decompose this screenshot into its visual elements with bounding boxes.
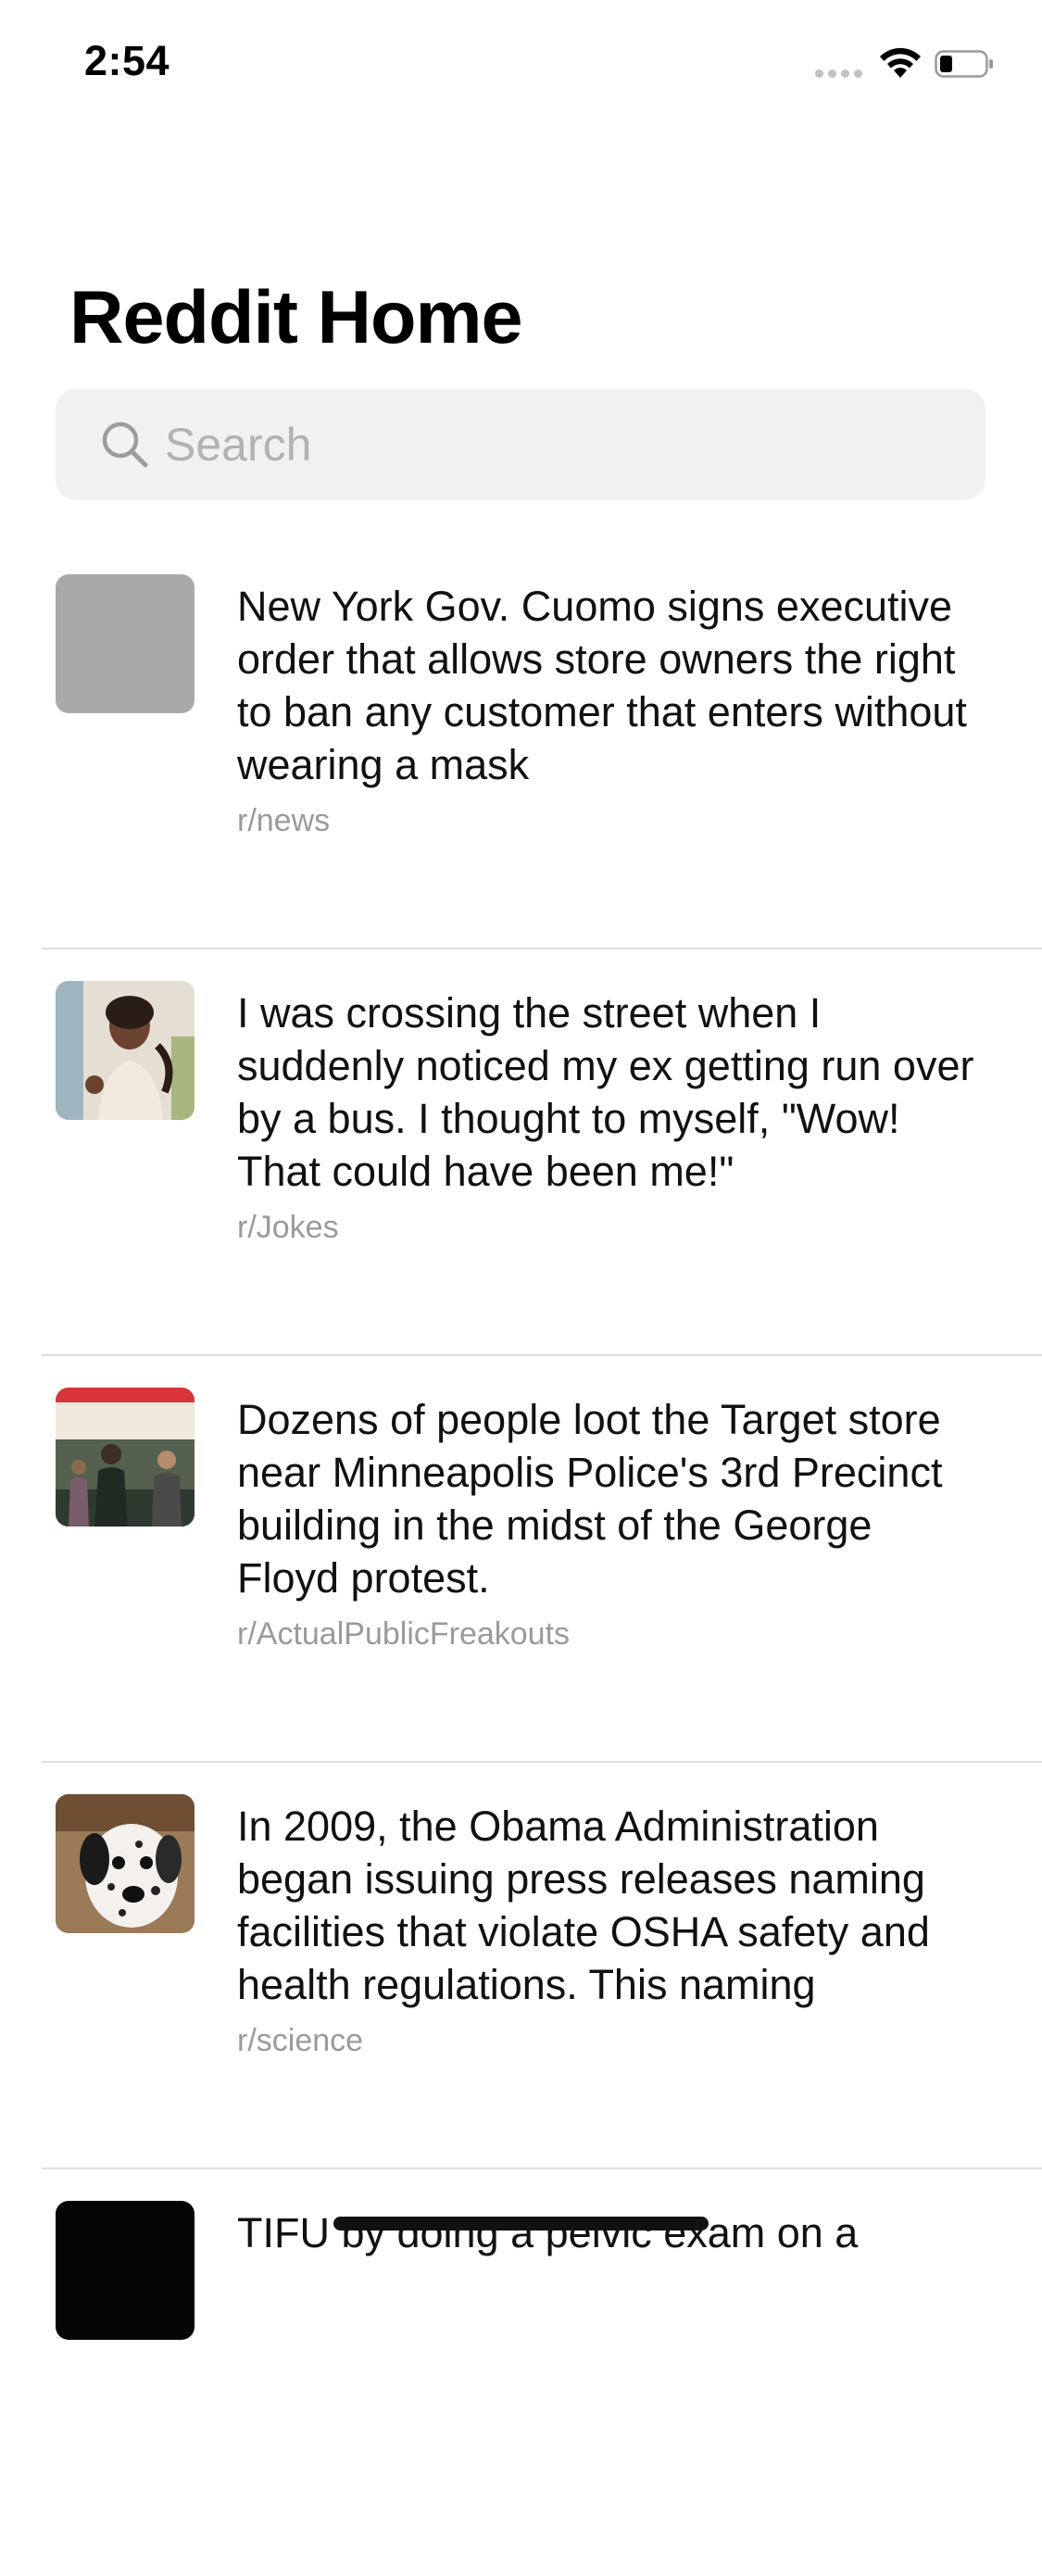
dalmatian-photo-icon [56, 1794, 195, 1933]
page-title: Reddit Home [69, 276, 523, 359]
status-time: 2:54 [84, 37, 170, 84]
post-item[interactable]: Dozens of people loot the Target store n… [0, 1356, 1042, 1763]
post-title: Dozens of people loot the Target store n… [237, 1396, 943, 1602]
post-title: New York Gov. Cuomo signs executive orde… [237, 583, 967, 788]
post-thumbnail[interactable] [56, 1794, 195, 1933]
post-subreddit: r/ActualPublicFreakouts [237, 1616, 571, 1652]
search-bar[interactable] [56, 389, 986, 500]
home-indicator[interactable] [333, 2217, 709, 2230]
girl-photo-icon [56, 981, 195, 1120]
search-input[interactable] [165, 389, 961, 500]
post-thumbnail[interactable] [56, 981, 195, 1120]
status-bar: 2:54 [0, 0, 1042, 122]
post-subreddit: r/Jokes [237, 1210, 339, 1245]
post-thumbnail[interactable] [56, 1388, 195, 1527]
post-title: In 2009, the Obama Administration began … [237, 1803, 930, 2008]
post-thumbnail[interactable] [56, 2201, 195, 2340]
post-thumbnail[interactable] [56, 574, 195, 713]
search-icon [102, 421, 148, 468]
post-item[interactable]: New York Gov. Cuomo signs executive orde… [0, 543, 1042, 949]
post-feed: New York Gov. Cuomo signs executive orde… [0, 543, 1042, 2576]
store-photo-icon [56, 1388, 195, 1527]
post-item[interactable]: I was crossing the street when I suddenl… [0, 949, 1042, 1356]
wifi-icon [880, 47, 921, 78]
cellular-signal-icon [815, 69, 862, 78]
post-title: TIFU by doing a pelvic exam on a [237, 2209, 859, 2256]
post-item[interactable]: In 2009, the Obama Administration began … [0, 1763, 1042, 2169]
post-subreddit: r/news [237, 803, 331, 838]
post-subreddit: r/science [237, 2023, 364, 2058]
post-title: I was crossing the street when I suddenl… [237, 989, 974, 1195]
battery-icon [935, 50, 993, 78]
